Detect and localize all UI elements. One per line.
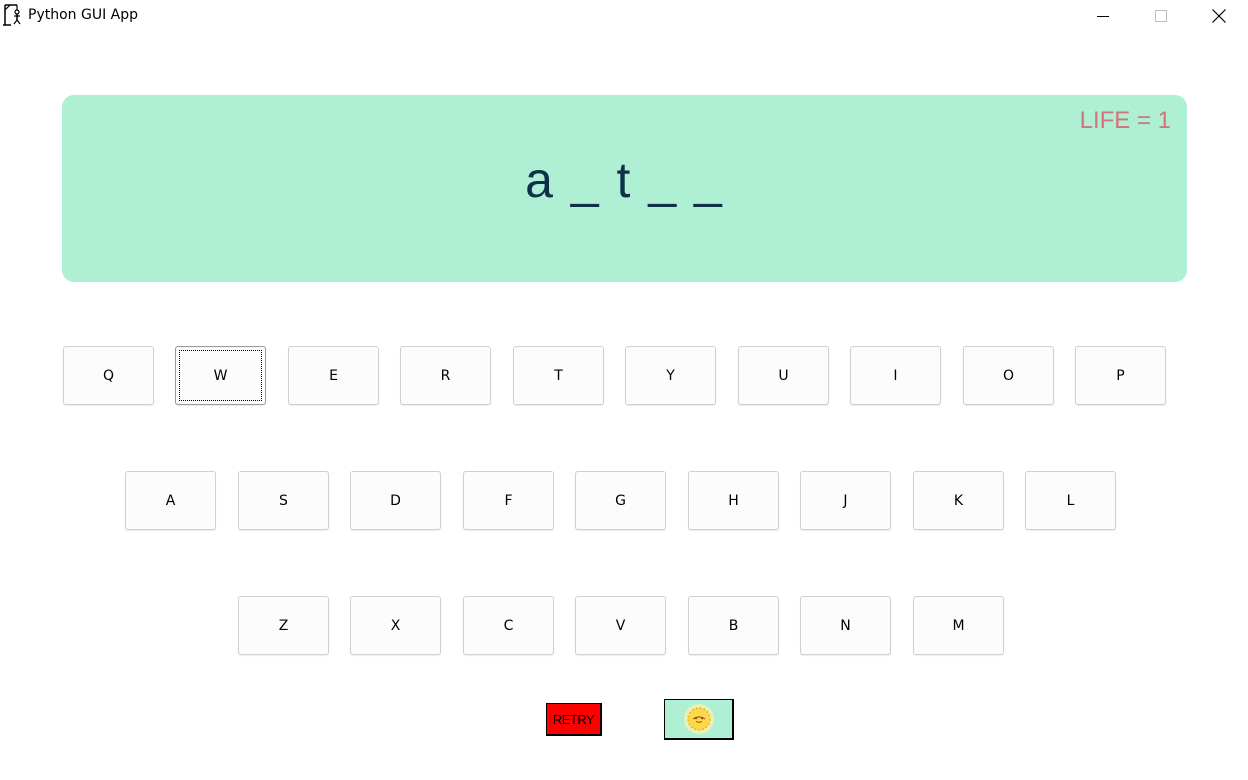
key-v[interactable]: V	[575, 596, 666, 655]
focus-ring	[179, 350, 262, 401]
close-icon	[1212, 9, 1226, 23]
key-x[interactable]: X	[350, 596, 441, 655]
key-w[interactable]: W	[175, 346, 266, 405]
key-k[interactable]: K	[913, 471, 1004, 530]
title-bar: Python GUI App	[0, 0, 1248, 32]
key-y[interactable]: Y	[625, 346, 716, 405]
minimize-button[interactable]	[1074, 0, 1132, 32]
maximize-icon	[1155, 10, 1167, 22]
life-counter: LIFE = 1	[1079, 107, 1171, 134]
app-window: Python GUI App LIFE = 1 a _ t _ _ Q W E …	[0, 0, 1248, 780]
key-d[interactable]: D	[350, 471, 441, 530]
key-r[interactable]: R	[400, 346, 491, 405]
key-o[interactable]: O	[963, 346, 1054, 405]
key-z[interactable]: Z	[238, 596, 329, 655]
key-p[interactable]: P	[1075, 346, 1166, 405]
key-a[interactable]: A	[125, 471, 216, 530]
key-n[interactable]: N	[800, 596, 891, 655]
window-title: Python GUI App	[28, 7, 139, 23]
retry-button[interactable]: RETRY	[546, 703, 602, 736]
key-g[interactable]: G	[575, 471, 666, 530]
key-m[interactable]: M	[913, 596, 1004, 655]
key-q[interactable]: Q	[63, 346, 154, 405]
key-e[interactable]: E	[288, 346, 379, 405]
key-j[interactable]: J	[800, 471, 891, 530]
close-button[interactable]	[1190, 0, 1248, 32]
key-i[interactable]: I	[850, 346, 941, 405]
key-s[interactable]: S	[238, 471, 329, 530]
key-f[interactable]: F	[463, 471, 554, 530]
hint-button[interactable]	[664, 699, 734, 740]
word-display: a _ t _ _	[525, 152, 724, 208]
hangman-app-icon	[3, 4, 21, 26]
key-u[interactable]: U	[738, 346, 829, 405]
maximize-button[interactable]	[1132, 0, 1190, 32]
key-c[interactable]: C	[463, 596, 554, 655]
minimize-icon	[1097, 16, 1109, 17]
key-t[interactable]: T	[513, 346, 604, 405]
key-l[interactable]: L	[1025, 471, 1116, 530]
word-panel: LIFE = 1 a _ t _ _	[62, 95, 1187, 282]
key-h[interactable]: H	[688, 471, 779, 530]
key-b[interactable]: B	[688, 596, 779, 655]
sun-hint-icon	[683, 704, 714, 734]
